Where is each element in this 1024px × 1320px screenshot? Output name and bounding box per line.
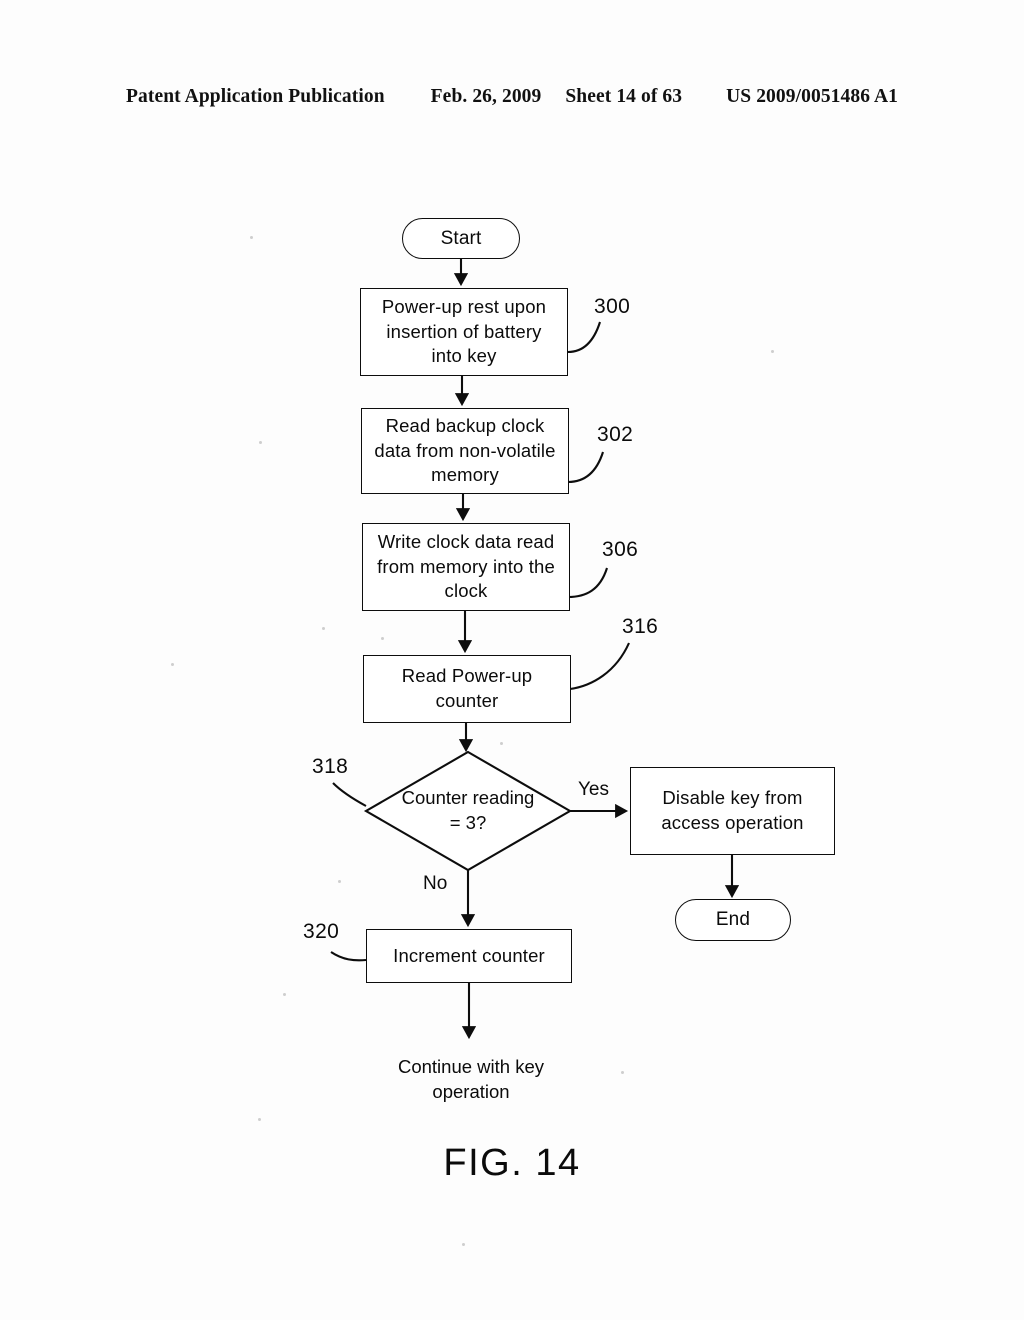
node-disable-key-label: Disable key from access operation [661, 787, 804, 833]
node-write-clock-data: Write clock data read from memory into t… [362, 523, 570, 611]
ref-316-text: 316 [622, 615, 659, 638]
scan-speck [621, 1071, 624, 1074]
scan-speck [500, 742, 503, 745]
node-counter-decision-label: Counter reading = 3? [396, 772, 540, 850]
figure-14-flowchart: Start Power-up rest upon insertion of ba… [0, 0, 1024, 1320]
scan-speck [171, 663, 174, 666]
node-start: Start [402, 218, 520, 259]
scan-speck [381, 637, 384, 640]
continue-text: Continue with key operation [397, 1056, 545, 1102]
node-read-power-up-counter-label: Read Power-up counter [401, 665, 533, 711]
reference-numeral-302: 302 [597, 423, 633, 447]
scan-speck [258, 1118, 261, 1121]
scan-speck [322, 627, 325, 630]
figure-caption-text: FIG. 14 [443, 1142, 581, 1184]
yes-text: Yes [578, 779, 609, 800]
reference-numeral-300: 300 [594, 295, 630, 319]
scan-speck [462, 1243, 465, 1246]
node-end: End [675, 899, 791, 941]
patent-page: Patent Application Publication Feb. 26, … [0, 0, 1024, 1320]
ref-318-text: 318 [312, 755, 349, 778]
node-write-clock-data-label: Write clock data read from memory into t… [377, 530, 555, 602]
reference-numeral-306: 306 [602, 538, 638, 562]
node-disable-key: Disable key from access operation [630, 767, 835, 855]
node-read-backup-clock-data: Read backup clock data from non-volatile… [361, 408, 569, 494]
reference-numeral-320: 320 [303, 920, 339, 944]
ref-306-text: 306 [602, 538, 639, 561]
ref-300-text: 300 [594, 295, 631, 318]
branch-label-yes: Yes [578, 779, 609, 801]
ref-320-text: 320 [303, 920, 340, 943]
node-read-backup-clock-data-label: Read backup clock data from non-volatile… [374, 414, 556, 486]
node-start-label: Start [440, 227, 482, 249]
scan-speck [250, 236, 253, 239]
node-power-up-reset: Power-up rest upon insertion of battery … [360, 288, 568, 376]
node-continue-with-key-operation: Continue with key operation [369, 1055, 573, 1105]
branch-label-no: No [423, 873, 447, 895]
node-power-up-reset-label: Power-up rest upon insertion of battery … [381, 295, 547, 367]
ref-302-text: 302 [597, 423, 634, 446]
node-increment-counter: Increment counter [366, 929, 572, 983]
no-text: No [423, 873, 448, 894]
scan-speck [259, 441, 262, 444]
decision-text: Counter reading = 3? [401, 787, 535, 833]
reference-numeral-316: 316 [622, 615, 658, 639]
node-end-label: End [715, 909, 751, 931]
scan-speck [771, 350, 774, 353]
node-increment-counter-label: Increment counter [393, 944, 545, 966]
scan-speck [338, 880, 341, 883]
scan-speck [283, 993, 286, 996]
figure-caption: FIG. 14 [0, 1142, 1024, 1185]
reference-numeral-318: 318 [312, 755, 348, 779]
node-read-power-up-counter: Read Power-up counter [363, 655, 571, 723]
